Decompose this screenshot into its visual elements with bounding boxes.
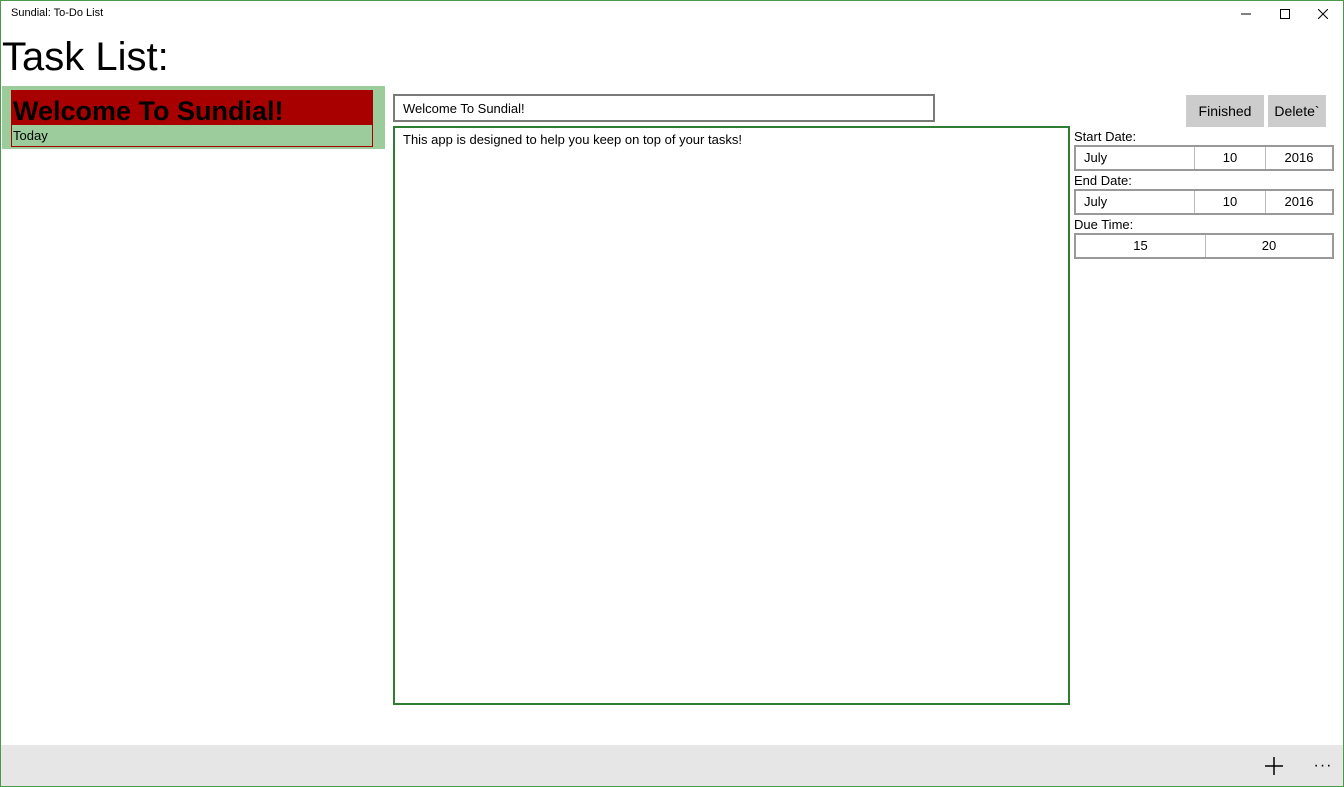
task-list: Welcome To Sundial! Today [2,86,385,149]
end-date-year[interactable]: 2016 [1265,191,1332,213]
end-date-label: End Date: [1074,173,1132,188]
start-date-picker[interactable]: July 10 2016 [1074,145,1334,171]
task-title-input[interactable] [393,94,935,122]
start-date-day[interactable]: 10 [1194,147,1265,169]
more-options-button[interactable]: ··· [1308,753,1338,779]
window-title: Sundial: To-Do List [11,7,104,19]
task-description-input[interactable]: This app is designed to help you keep on… [393,126,1070,705]
due-time-picker[interactable]: 15 20 [1074,233,1334,259]
due-time-minute[interactable]: 20 [1205,235,1332,257]
start-date-month[interactable]: July [1076,147,1194,169]
maximize-icon [1280,9,1290,19]
task-item[interactable]: Welcome To Sundial! Today [11,90,373,147]
minimize-button[interactable] [1226,0,1266,28]
command-bar: ··· [1,745,1343,786]
task-due-label: Today [13,128,48,143]
maximize-button[interactable] [1265,0,1305,28]
start-date-label: Start Date: [1074,129,1137,144]
delete-button[interactable]: Delete` [1268,95,1326,127]
end-date-picker[interactable]: July 10 2016 [1074,189,1334,215]
minimize-icon [1241,13,1251,15]
task-name-bar: Welcome To Sundial! [12,91,372,125]
page-title: Task List: [2,35,169,79]
add-task-button[interactable] [1261,753,1287,779]
start-date-year[interactable]: 2016 [1265,147,1332,169]
title-bar[interactable]: Sundial: To-Do List [0,0,1344,28]
close-icon [1318,9,1328,19]
task-name: Welcome To Sundial! [13,96,284,125]
close-button[interactable] [1303,0,1343,28]
finished-button[interactable]: Finished [1186,95,1264,127]
due-time-hour[interactable]: 15 [1076,235,1205,257]
end-date-day[interactable]: 10 [1194,191,1265,213]
end-date-month[interactable]: July [1076,191,1194,213]
plus-icon [1265,757,1283,775]
due-time-label: Due Time: [1074,217,1134,232]
